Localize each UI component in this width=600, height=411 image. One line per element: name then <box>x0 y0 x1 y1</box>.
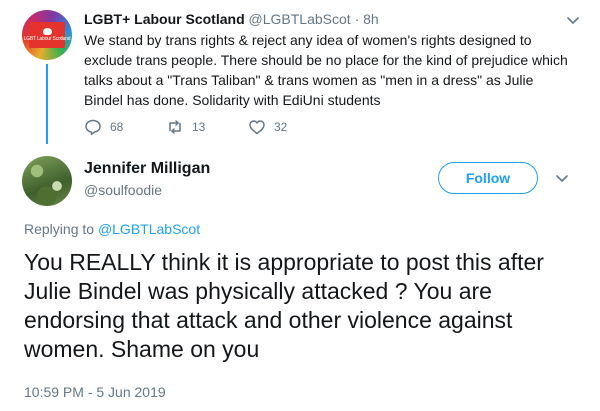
reply-count: 68 <box>110 120 124 134</box>
like-button[interactable]: 32 <box>248 118 328 136</box>
like-icon <box>249 120 265 135</box>
main-author-name[interactable]: Jennifer Milligan <box>84 160 210 178</box>
follow-button[interactable]: Follow <box>438 162 538 194</box>
main-tweet-text: You REALLY think it is appropriate to po… <box>24 249 544 362</box>
replying-to-handle-link[interactable]: @LGBTLabScot <box>98 221 200 237</box>
parent-avatar[interactable]: LGBT Labour Scotland <box>22 10 72 60</box>
retweet-icon <box>169 120 181 134</box>
parent-author-handle[interactable]: @LGBTLabScot <box>249 11 351 27</box>
retweet-button[interactable]: 13 <box>166 118 248 136</box>
parent-tweet-actions: 68 13 32 <box>84 118 328 136</box>
thread-connector-line <box>46 64 48 144</box>
reply-button[interactable]: 68 <box>84 118 166 136</box>
replying-to-label: Replying to <box>24 221 95 237</box>
chevron-down-icon[interactable] <box>565 12 581 28</box>
main-author-handle[interactable]: @soulfoodie <box>84 182 162 198</box>
header-separator: · <box>354 11 360 27</box>
parent-tweet-text: We stand by trans rights & reject any id… <box>84 32 568 108</box>
chevron-down-icon[interactable] <box>554 170 570 186</box>
rose-icon <box>42 28 52 35</box>
like-count: 32 <box>274 120 288 134</box>
retweet-count: 13 <box>192 120 206 134</box>
tweet-timestamp[interactable]: 10:59 PM - 5 Jun 2019 <box>24 384 166 400</box>
parent-tweet-header: LGBT+ Labour Scotland @LGBTLabScot · 8h <box>84 10 379 28</box>
main-avatar[interactable] <box>22 156 72 206</box>
avatar-logo-text: LGBT Labour Scotland <box>23 36 71 42</box>
parent-author-name[interactable]: LGBT+ Labour Scotland <box>84 11 245 27</box>
reply-icon <box>85 119 101 135</box>
parent-tweet-time[interactable]: 8h <box>363 11 379 27</box>
labour-logo: LGBT Labour Scotland <box>24 22 71 48</box>
replying-to: Replying to @LGBTLabScot <box>24 221 200 237</box>
